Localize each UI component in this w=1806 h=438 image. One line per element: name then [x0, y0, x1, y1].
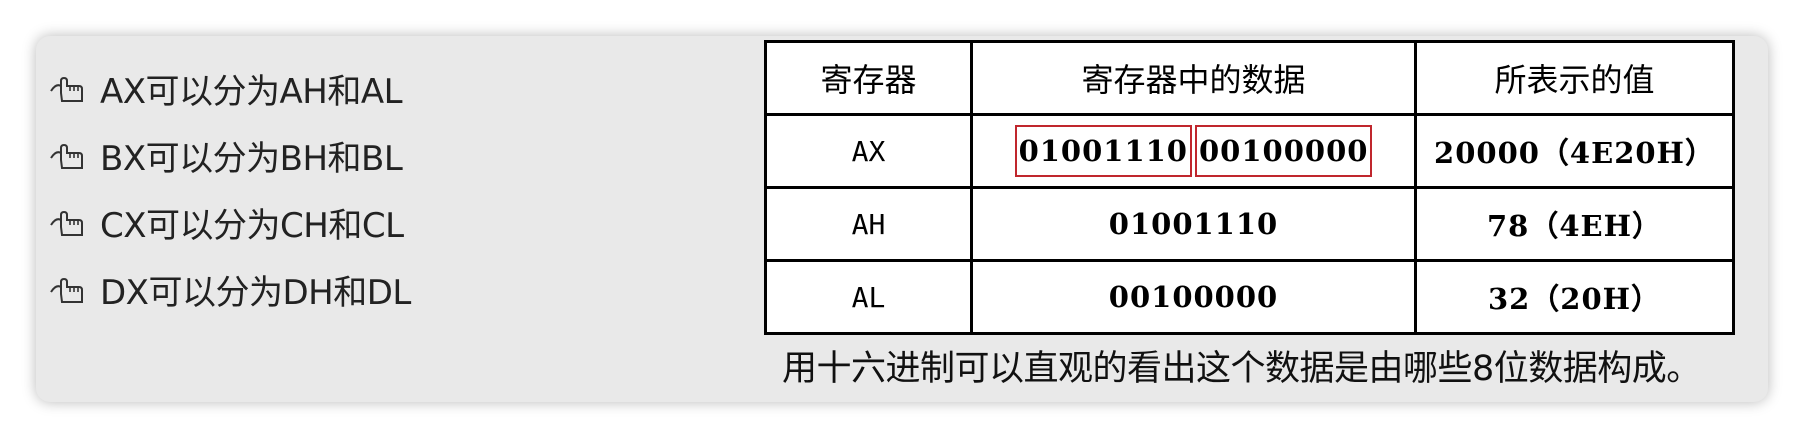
register-name: AX — [764, 113, 973, 189]
header-represented-value: 所表示的值 — [1414, 40, 1735, 116]
register-data: 01001110 — [970, 186, 1417, 262]
low-byte-box: 00100000 — [1195, 125, 1373, 177]
register-name: AH — [764, 186, 973, 262]
split-bytes: 01001110 00100000 — [1014, 125, 1373, 177]
header-register-data: 寄存器中的数据 — [970, 40, 1417, 116]
table-header-row: 寄存器 寄存器中的数据 所表示的值 — [764, 40, 1735, 116]
register-value: 20000（4E20H） — [1414, 113, 1735, 189]
table-row: AX 01001110 00100000 20000（4E20H） — [764, 113, 1735, 189]
hand-pointer-icon — [50, 210, 83, 236]
caption-text: 用十六进制可以直观的看出这个数据是由哪些8位数据构成。 — [782, 349, 1701, 389]
hand-pointer-icon — [50, 277, 83, 303]
register-name: AL — [764, 259, 973, 335]
bullet-item: CX可以分为CH和CL — [48, 189, 411, 256]
register-data: 01001110 00100000 — [970, 113, 1417, 189]
bullet-text: AX可以分为AH和AL — [100, 72, 403, 112]
register-value: 78（4EH） — [1414, 186, 1735, 262]
header-register: 寄存器 — [764, 40, 973, 116]
register-value: 32（20H） — [1414, 259, 1735, 335]
hand-pointer-icon — [50, 143, 83, 169]
bullet-item: DX可以分为DH和DL — [48, 256, 411, 323]
register-data: 00100000 — [970, 259, 1417, 335]
high-byte-box: 01001110 — [1014, 125, 1192, 177]
register-table: 寄存器 寄存器中的数据 所表示的值 AX 01001110 00100000 20… — [764, 40, 1735, 335]
table-row: AL 00100000 32（20H） — [764, 259, 1735, 335]
table-row: AH 01001110 78（4EH） — [764, 186, 1735, 262]
bullet-text: BX可以分为BH和BL — [100, 139, 403, 179]
bullet-text: DX可以分为DH和DL — [100, 273, 411, 313]
bullet-item: AX可以分为AH和AL — [48, 55, 411, 122]
bullet-item: BX可以分为BH和BL — [48, 122, 411, 189]
hand-pointer-icon — [50, 76, 83, 102]
bullet-text: CX可以分为CH和CL — [100, 206, 404, 246]
bullet-list: AX可以分为AH和AL BX可以分为BH和BL CX可以分为CH和CL DX可以… — [48, 55, 411, 323]
